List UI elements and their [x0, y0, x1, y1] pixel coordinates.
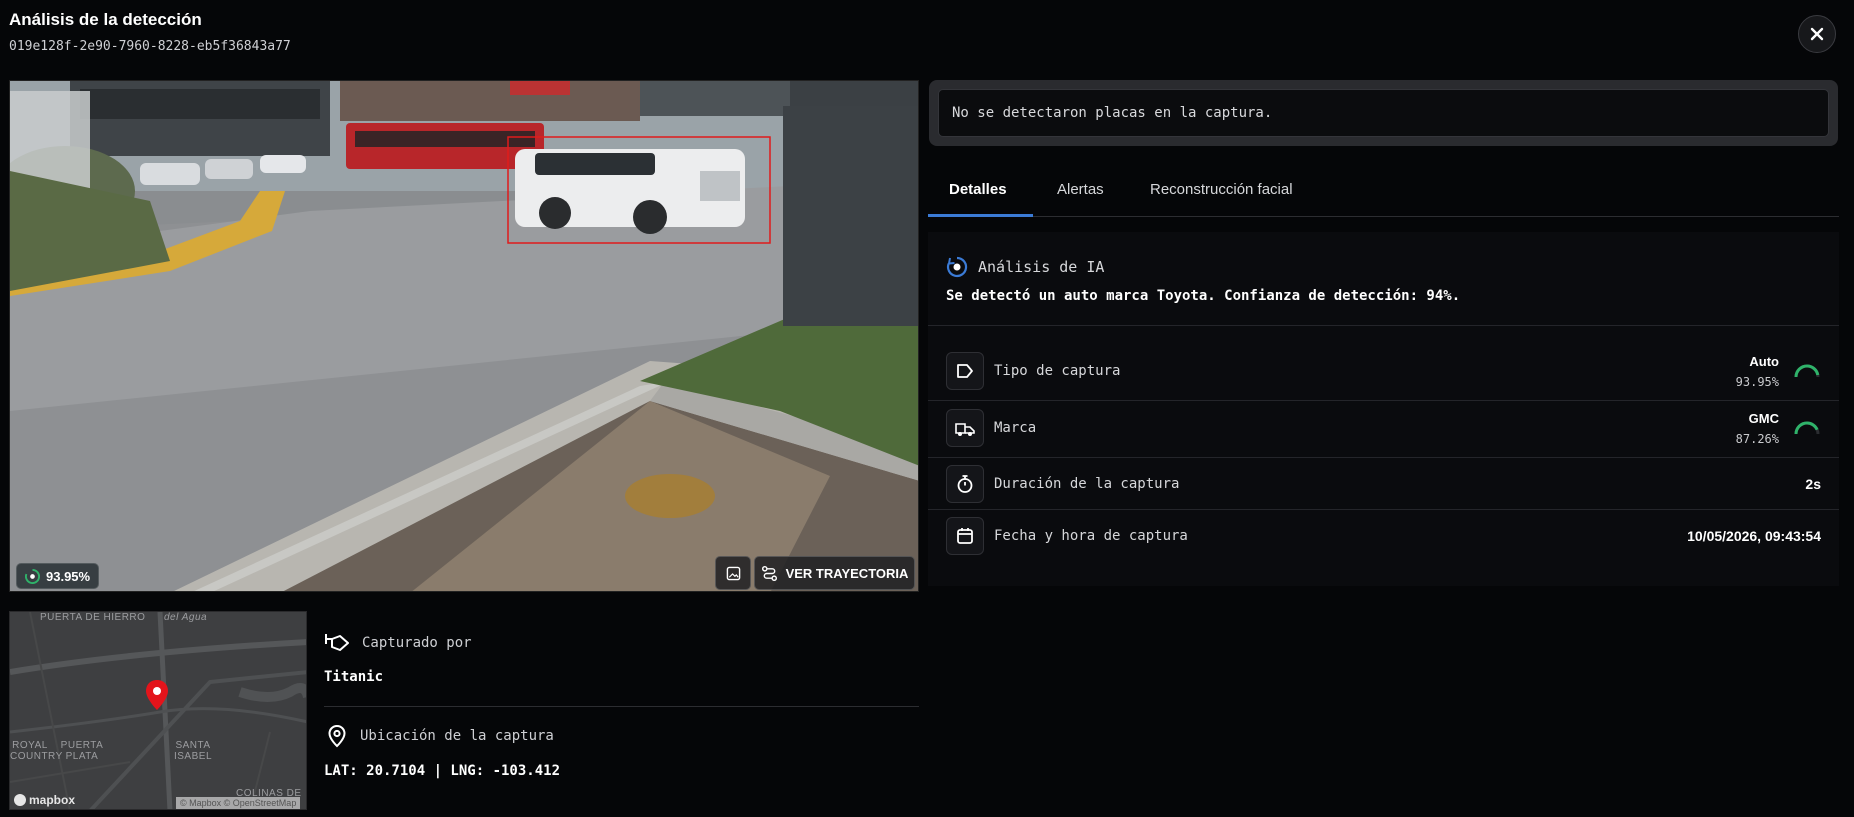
- map-label: PUERTA PLATA: [60, 740, 104, 762]
- view-trajectory-button[interactable]: VER TRAYECTORIA: [754, 556, 915, 590]
- vehicle-icon: [946, 409, 984, 447]
- ai-analysis-heading: Análisis de IA: [946, 256, 1104, 278]
- captured-by-label: Capturado por: [362, 635, 472, 651]
- calendar-icon: [946, 517, 984, 555]
- detail-row-datetime: Fecha y hora de captura 10/05/2026, 09:4…: [946, 517, 1821, 557]
- detail-label: Tipo de captura: [994, 363, 1121, 379]
- active-tab-indicator: [928, 214, 1033, 217]
- tab-detalles[interactable]: Detalles: [949, 181, 1007, 198]
- mapbox-logo-text: mapbox: [29, 793, 76, 807]
- location-row: Ubicación de la captura: [326, 724, 554, 748]
- ai-analysis-icon: [25, 568, 40, 584]
- detail-tabs: Detalles Alertas Reconstrucción facial: [928, 171, 1839, 217]
- map-label: SANTA ISABEL: [173, 740, 213, 762]
- image-icon: [726, 566, 740, 580]
- close-button[interactable]: [1798, 15, 1836, 53]
- map-pin-icon: [328, 724, 346, 748]
- ai-analysis-title: Análisis de IA: [978, 258, 1105, 276]
- location-pin-marker[interactable]: [146, 680, 168, 710]
- divider: [928, 509, 1839, 510]
- mapbox-icon: [14, 794, 26, 806]
- tab-reconstruccion-facial[interactable]: Reconstrucción facial: [1150, 181, 1293, 198]
- detail-value: 10/05/2026, 09:43:54: [1687, 528, 1821, 544]
- detail-label: Marca: [994, 420, 1037, 436]
- confidence-gauge: [1794, 421, 1820, 435]
- capture-image: 93.95% VER TRAYECTORIA: [9, 80, 919, 592]
- image-confidence-badge: 93.95%: [16, 563, 100, 589]
- detail-value: GMC 87.26%: [1736, 411, 1779, 446]
- plates-panel: No se detectaron placas en la captura.: [929, 80, 1838, 146]
- detail-confidence: 87.26%: [1735, 432, 1779, 446]
- captured-by-value: Titanic: [324, 669, 384, 685]
- detail-value: 2s: [1805, 476, 1821, 492]
- view-trajectory-label: VER TRAYECTORIA: [785, 565, 909, 581]
- camera-tag-icon: [325, 634, 349, 651]
- confidence-gauge: [1794, 364, 1820, 378]
- map-label: del Agua: [164, 612, 208, 623]
- detail-confidence: 93.95%: [1735, 375, 1779, 389]
- detail-label: Fecha y hora de captura: [994, 528, 1188, 544]
- view-image-button[interactable]: [715, 556, 751, 590]
- detection-id: 019e128f-2e90-7960-8228-eb5f36843a77: [9, 39, 291, 54]
- map-attribution[interactable]: © Mapbox © OpenStreetMap: [176, 797, 301, 809]
- divider: [928, 457, 1839, 458]
- detail-value-text: Auto: [1749, 354, 1779, 369]
- detail-value: Auto 93.95%: [1736, 354, 1779, 389]
- ai-analysis-summary: Se detectó un auto marca Toyota. Confian…: [946, 288, 1461, 304]
- close-icon: [1810, 27, 1824, 41]
- map-label: PUERTA DE HIERRO: [40, 612, 146, 623]
- location-map[interactable]: PUERTA DE HIERRO del Agua ROYAL COUNTRY …: [9, 611, 307, 810]
- ai-analysis-icon: [946, 256, 968, 278]
- tab-alertas[interactable]: Alertas: [1057, 181, 1104, 198]
- detail-row-duration: Duración de la captura 2s: [946, 465, 1821, 505]
- tag-icon: [946, 352, 984, 390]
- location-coordinates: LAT: 20.7104 | LNG: -103.412: [324, 763, 561, 779]
- image-confidence-value: 93.95%: [46, 568, 91, 584]
- detail-value-text: GMC: [1748, 411, 1779, 426]
- detail-row-brand: Marca GMC 87.26%: [946, 409, 1821, 449]
- detail-label: Duración de la captura: [994, 476, 1180, 492]
- location-label: Ubicación de la captura: [360, 728, 554, 744]
- stopwatch-icon: [946, 465, 984, 503]
- captured-by-row: Capturado por: [324, 632, 472, 654]
- divider: [324, 706, 919, 707]
- map-label: ROYAL COUNTRY: [10, 740, 63, 762]
- details-panel: Análisis de IA Se detectó un auto marca …: [928, 232, 1839, 586]
- mapbox-logo[interactable]: mapbox: [14, 793, 75, 807]
- plates-message: No se detectaron placas en la captura.: [938, 89, 1829, 137]
- divider: [928, 325, 1839, 326]
- page-title: Análisis de la detección: [9, 10, 202, 29]
- divider: [928, 400, 1839, 401]
- detail-row-capture-type: Tipo de captura Auto 93.95%: [946, 352, 1821, 392]
- route-icon: [761, 565, 777, 581]
